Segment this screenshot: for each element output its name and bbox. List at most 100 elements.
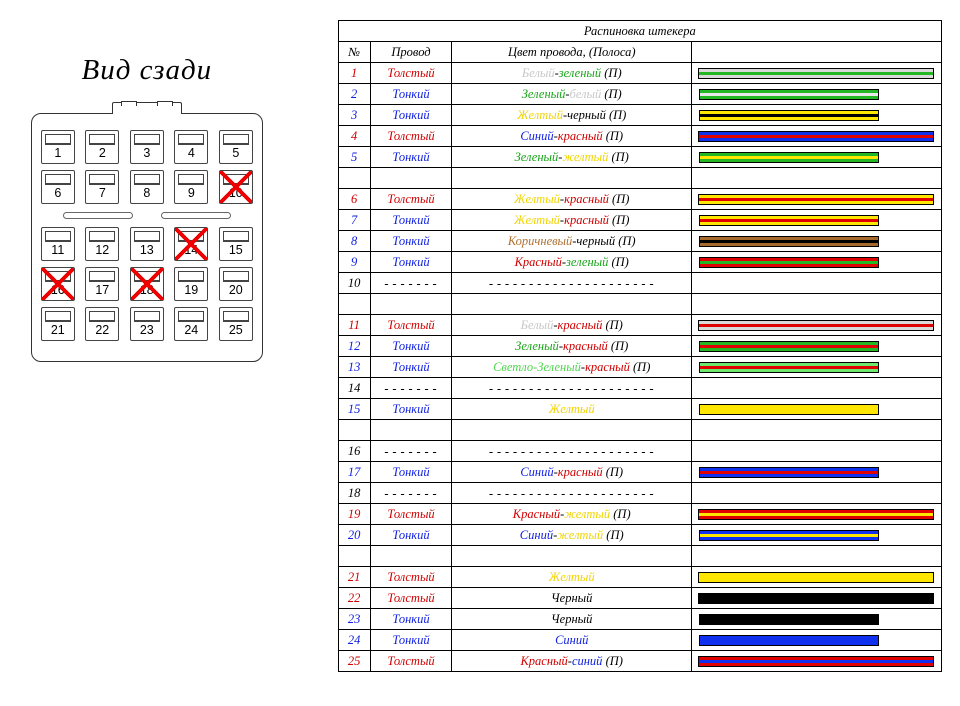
wire-swatch (699, 362, 879, 373)
cell-swatch (691, 462, 941, 483)
table-row: 24ТонкийСиний (338, 630, 941, 651)
table-row: 6ТолстыйЖелтый-красный (П) (338, 189, 941, 210)
cell-num: 18 (338, 483, 370, 504)
table-row: 17ТонкийСиний-красный (П) (338, 462, 941, 483)
table-row (338, 546, 941, 567)
gap-cell (370, 294, 452, 315)
wire-swatch (699, 152, 879, 163)
cell-swatch (691, 84, 941, 105)
pin-24: 24 (174, 307, 208, 341)
cell-color: Красный-зеленый (П) (452, 252, 692, 273)
cell-swatch (691, 252, 941, 273)
cell-swatch (691, 630, 941, 651)
gap-cell (691, 420, 941, 441)
cell-wire: Тонкий (370, 210, 452, 231)
wire-stripe (699, 660, 933, 663)
cell-swatch (691, 210, 941, 231)
table-row: 12ТонкийЗеленый-красный (П) (338, 336, 941, 357)
wire-swatch (699, 614, 879, 625)
cell-wire: ------- (370, 483, 452, 504)
cell-wire: Тонкий (370, 84, 452, 105)
cell-color: Желтый-красный (П) (452, 210, 692, 231)
wire-swatch (699, 215, 879, 226)
cell-wire: Толстый (370, 588, 452, 609)
cell-num: 16 (338, 441, 370, 462)
wire-stripe (699, 198, 933, 201)
cell-color: Желтый-черный (П) (452, 105, 692, 126)
cell-wire: Толстый (370, 567, 452, 588)
cell-num: 6 (338, 189, 370, 210)
gap-cell (370, 168, 452, 189)
table-row: 1ТолстыйБелый-зеленый (П) (338, 63, 941, 84)
cell-wire: Тонкий (370, 147, 452, 168)
pin-5: 5 (219, 130, 253, 164)
cell-wire: Тонкий (370, 252, 452, 273)
cell-wire: Тонкий (370, 336, 452, 357)
table-row: 11ТолстыйБелый-красный (П) (338, 315, 941, 336)
cell-color: Синий-красный (П) (452, 126, 692, 147)
cell-num: 17 (338, 462, 370, 483)
pin-10: 10 (219, 170, 253, 204)
table-row: 10---------------------------- (338, 273, 941, 294)
cell-num: 9 (338, 252, 370, 273)
table-row: 14---------------------------- (338, 378, 941, 399)
cell-num: 5 (338, 147, 370, 168)
table-row: 22ТолстыйЧерный (338, 588, 941, 609)
cell-num: 2 (338, 84, 370, 105)
cell-num: 20 (338, 525, 370, 546)
pin-row: 2122232425 (41, 307, 253, 341)
cell-swatch (691, 441, 941, 462)
pin-16: 16 (41, 267, 75, 301)
gap-cell (452, 546, 692, 567)
wire-stripe (700, 534, 878, 537)
pinout-table: Распиновка штекера № Провод Цвет провода… (338, 20, 942, 672)
gap-cell (691, 294, 941, 315)
cell-swatch (691, 588, 941, 609)
cell-num: 23 (338, 609, 370, 630)
pin-25: 25 (219, 307, 253, 341)
cell-color: --------------------- (452, 378, 692, 399)
table-row (338, 168, 941, 189)
cell-swatch (691, 336, 941, 357)
cell-color: Белый-зеленый (П) (452, 63, 692, 84)
pin-6: 6 (41, 170, 75, 204)
cell-num: 4 (338, 126, 370, 147)
gap-cell (338, 546, 370, 567)
cell-swatch (691, 525, 941, 546)
wire-stripe (700, 261, 878, 264)
pin-row: 1112131415 (41, 227, 253, 261)
gap-cell (370, 546, 452, 567)
cell-wire: Толстый (370, 315, 452, 336)
table-row: 18---------------------------- (338, 483, 941, 504)
pin-7: 7 (85, 170, 119, 204)
cell-wire: ------- (370, 273, 452, 294)
wire-swatch (699, 257, 879, 268)
wire-swatch (698, 509, 934, 520)
pin-15: 15 (219, 227, 253, 261)
cell-color: Красный-синий (П) (452, 651, 692, 672)
cell-color: Черный (452, 588, 692, 609)
table-row: 13ТонкийСветло-Зеленый-красный (П) (338, 357, 941, 378)
cell-color: Черный (452, 609, 692, 630)
pin-row: 1617181920 (41, 267, 253, 301)
table-row: 5ТонкийЗеленый-желтый (П) (338, 147, 941, 168)
cell-num: 24 (338, 630, 370, 651)
table-row (338, 294, 941, 315)
gap-cell (452, 294, 692, 315)
cell-wire: Тонкий (370, 399, 452, 420)
cell-wire: ------- (370, 378, 452, 399)
wire-stripe (700, 366, 878, 369)
wire-swatch (698, 131, 934, 142)
pin-23: 23 (130, 307, 164, 341)
cell-swatch (691, 63, 941, 84)
table-row: 8ТонкийКоричневый-черный (П) (338, 231, 941, 252)
pin-9: 9 (174, 170, 208, 204)
cell-swatch (691, 189, 941, 210)
wire-swatch (698, 320, 934, 331)
gap-cell (691, 168, 941, 189)
cell-swatch (691, 147, 941, 168)
cell-num: 3 (338, 105, 370, 126)
cell-num: 22 (338, 588, 370, 609)
cell-num: 19 (338, 504, 370, 525)
cell-swatch (691, 609, 941, 630)
